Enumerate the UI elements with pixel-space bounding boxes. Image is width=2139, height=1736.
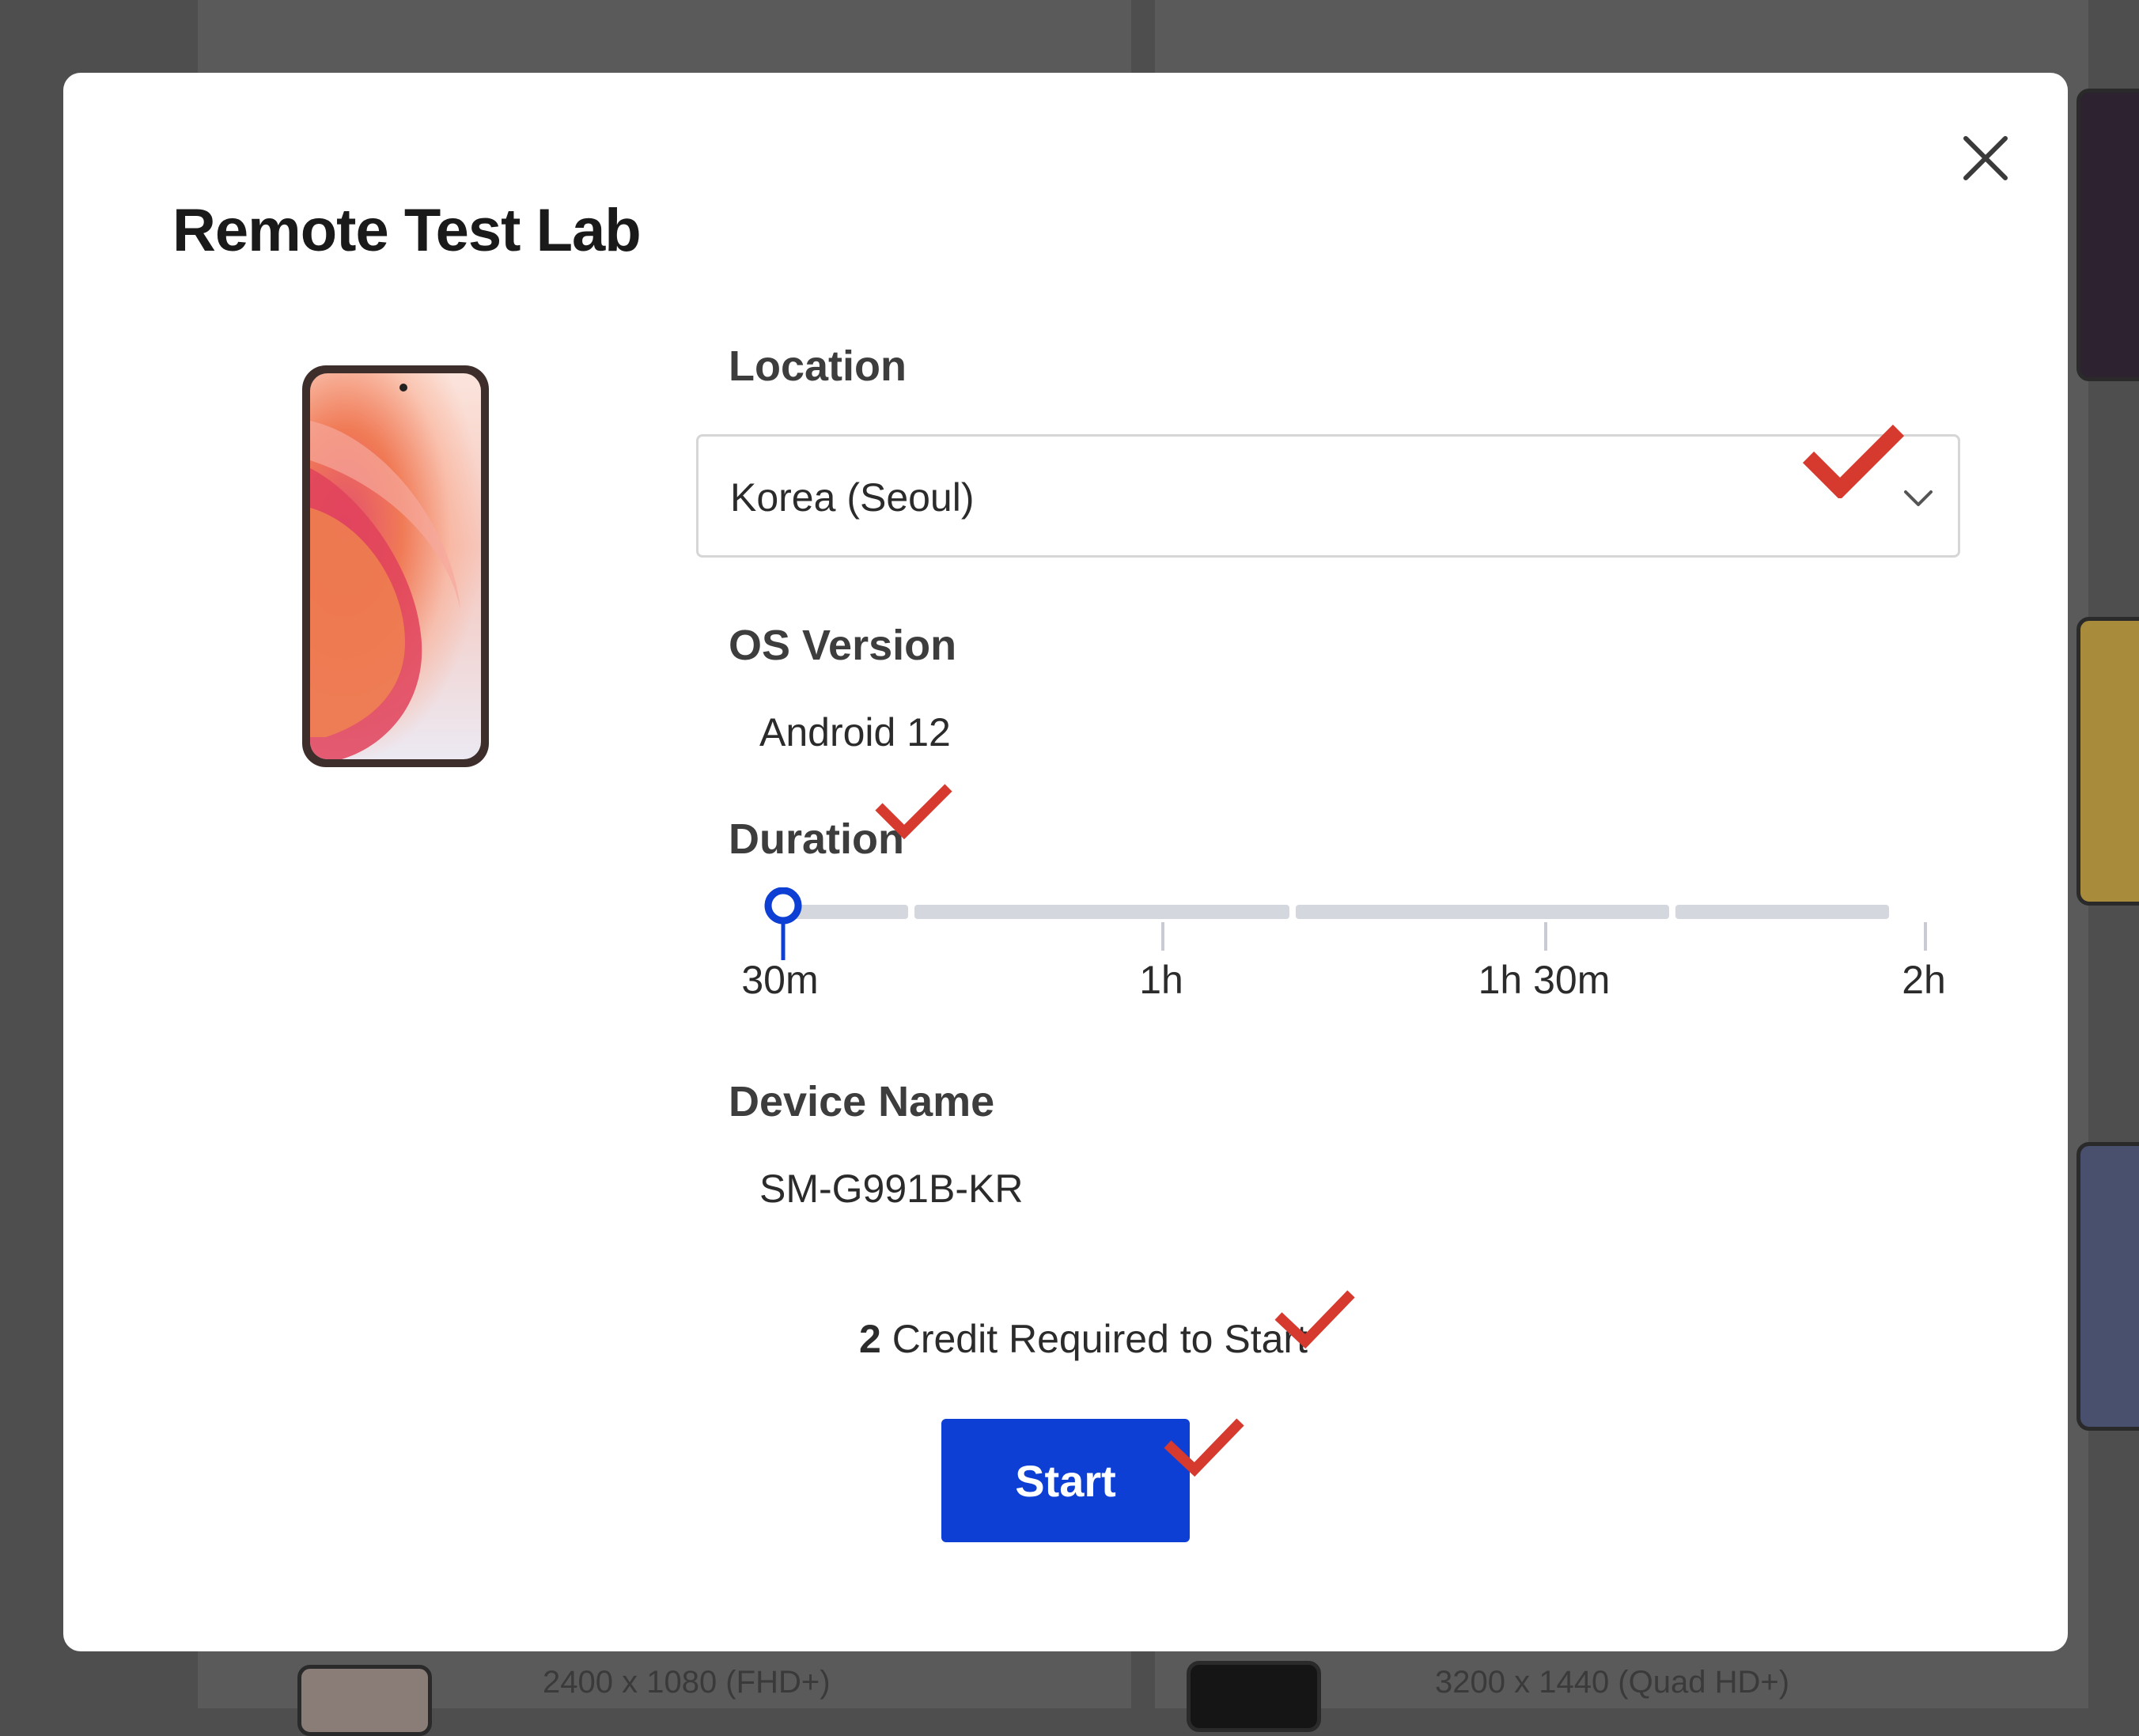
checkmark-icon xyxy=(1274,1290,1355,1349)
phone-screen xyxy=(310,373,481,759)
background-device-thumb xyxy=(297,1665,432,1736)
location-dropdown[interactable]: Korea (Seoul) xyxy=(696,434,1960,558)
device-name-label: Device Name xyxy=(729,1078,995,1125)
checkmark-icon xyxy=(1164,1418,1244,1477)
credit-text: Credit Required to Start xyxy=(892,1317,1308,1361)
chevron-down-icon xyxy=(1904,490,1933,506)
checkmark-icon xyxy=(875,784,952,840)
device-name-value: SM-G991B-KR xyxy=(759,1167,1024,1211)
front-camera xyxy=(399,384,407,391)
remote-test-lab-dialog xyxy=(63,73,2068,1651)
credit-count: 2 xyxy=(859,1317,881,1361)
background-device-thumb xyxy=(2077,1142,2139,1431)
slider-track-segment xyxy=(1296,905,1669,919)
dialog-title: Remote Test Lab xyxy=(172,197,642,264)
location-selected-value: Korea (Seoul) xyxy=(730,475,975,520)
location-label: Location xyxy=(729,342,907,390)
os-version-value: Android 12 xyxy=(759,710,951,755)
slider-tick xyxy=(1924,922,1927,951)
background-device-thumb xyxy=(2077,617,2139,906)
phone-image xyxy=(302,365,489,767)
duration-option-label[interactable]: 1h xyxy=(1139,957,1183,1003)
os-version-label: OS Version xyxy=(729,622,957,669)
slider-track-segment xyxy=(914,905,1289,919)
background-device-thumb xyxy=(2077,89,2139,381)
slider-tick xyxy=(1161,922,1164,951)
checkmark-icon xyxy=(1802,424,1905,498)
slider-handle[interactable] xyxy=(763,887,803,966)
close-button[interactable] xyxy=(1950,123,2021,194)
wallpaper-swirl xyxy=(310,421,460,759)
duration-slider[interactable]: 30m 1h 1h 30m 2h xyxy=(728,878,1962,1020)
background-resolution-text: 3200 x 1440 (Quad HD+) xyxy=(1435,1665,1790,1700)
slider-track-segment xyxy=(1675,905,1889,919)
slider-tick xyxy=(1544,922,1547,951)
start-button[interactable]: Start xyxy=(941,1419,1190,1542)
duration-option-label[interactable]: 2h xyxy=(1902,957,1946,1003)
background-device-thumb xyxy=(1187,1661,1321,1732)
credit-required-text: 2 Credit Required to Start xyxy=(859,1316,1308,1362)
background-resolution-text: 2400 x 1080 (FHD+) xyxy=(543,1665,831,1700)
duration-option-label[interactable]: 1h 30m xyxy=(1478,957,1611,1003)
close-icon xyxy=(1963,136,2008,180)
